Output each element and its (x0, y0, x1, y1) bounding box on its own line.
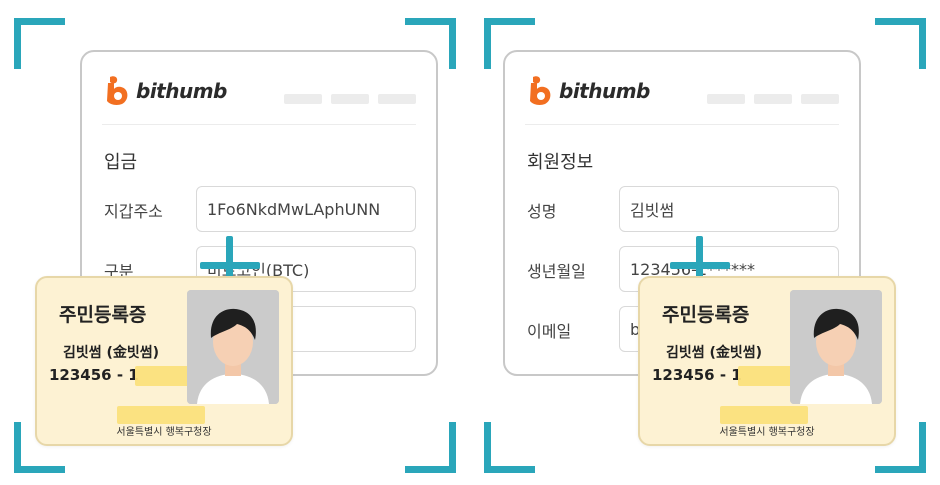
nav-placeholder (801, 94, 839, 104)
frame-corner-icon (484, 422, 535, 473)
id-card-name: 김빗썸 (金빗썸) (63, 345, 160, 361)
nav-placeholder (331, 94, 369, 104)
id-card-name: 김빗썸 (金빗썸) (666, 345, 763, 361)
wallet-address-field[interactable]: 1Fo6NkdMwLAphUNN (196, 186, 416, 232)
nav-placeholder (378, 94, 416, 104)
bithumb-logo-icon (530, 76, 551, 105)
id-card: 주민등록증 김빗썸 (金빗썸) 123456 - 1 서울특별시 행복구청장 (638, 276, 896, 446)
frame-corner-icon (405, 422, 456, 473)
id-card-issuer: 서울특별시 행복구청장 (719, 427, 815, 438)
header-divider (102, 124, 416, 125)
form-label: 지갑주소 (104, 202, 163, 221)
form-label: 성명 (527, 202, 557, 221)
nav-placeholders (284, 94, 416, 104)
nav-placeholder (707, 94, 745, 104)
frame-corner-icon (875, 18, 926, 69)
bithumb-logo-icon (107, 76, 128, 105)
nav-placeholder (284, 94, 322, 104)
right-panel: bithumb 회원정보 성명 김빗썸 생년월일 123456-1****** … (470, 0, 940, 485)
person-photo-icon (187, 290, 279, 404)
brand-header: bithumb (102, 74, 227, 108)
brand-header: bithumb (525, 74, 650, 108)
name-field[interactable]: 김빗썸 (619, 186, 839, 232)
section-title: 입금 (104, 152, 138, 173)
id-card: 주민등록증 김빗썸 (金빗썸) 123456 - 1 서울특별시 행복구청장 (35, 276, 293, 446)
form-label: 이메일 (527, 322, 572, 341)
masking-highlight (117, 406, 205, 424)
masking-highlight (720, 406, 808, 424)
nav-placeholder (754, 94, 792, 104)
nav-placeholders (707, 94, 839, 104)
brand-name: bithumb (559, 79, 650, 103)
id-card-title: 주민등록증 (59, 304, 147, 326)
wallet-address-row: 지갑주소 1Fo6NkdMwLAphUNN (104, 186, 416, 232)
id-card-title: 주민등록증 (662, 304, 750, 326)
header-divider (525, 124, 839, 125)
brand-name: bithumb (136, 79, 227, 103)
id-card-issuer: 서울특별시 행복구청장 (116, 427, 212, 438)
left-panel: bithumb 입금 지갑주소 1Fo6NkdMwLAphUNN 구분 비트코인… (0, 0, 470, 485)
section-title: 회원정보 (527, 152, 594, 173)
name-row: 성명 김빗썸 (527, 186, 839, 232)
frame-corner-icon (14, 18, 65, 69)
id-card-number: 123456 - 1 (49, 366, 139, 384)
id-card-number: 123456 - 1 (652, 366, 742, 384)
form-label: 생년월일 (527, 262, 586, 281)
person-photo-icon (790, 290, 882, 404)
